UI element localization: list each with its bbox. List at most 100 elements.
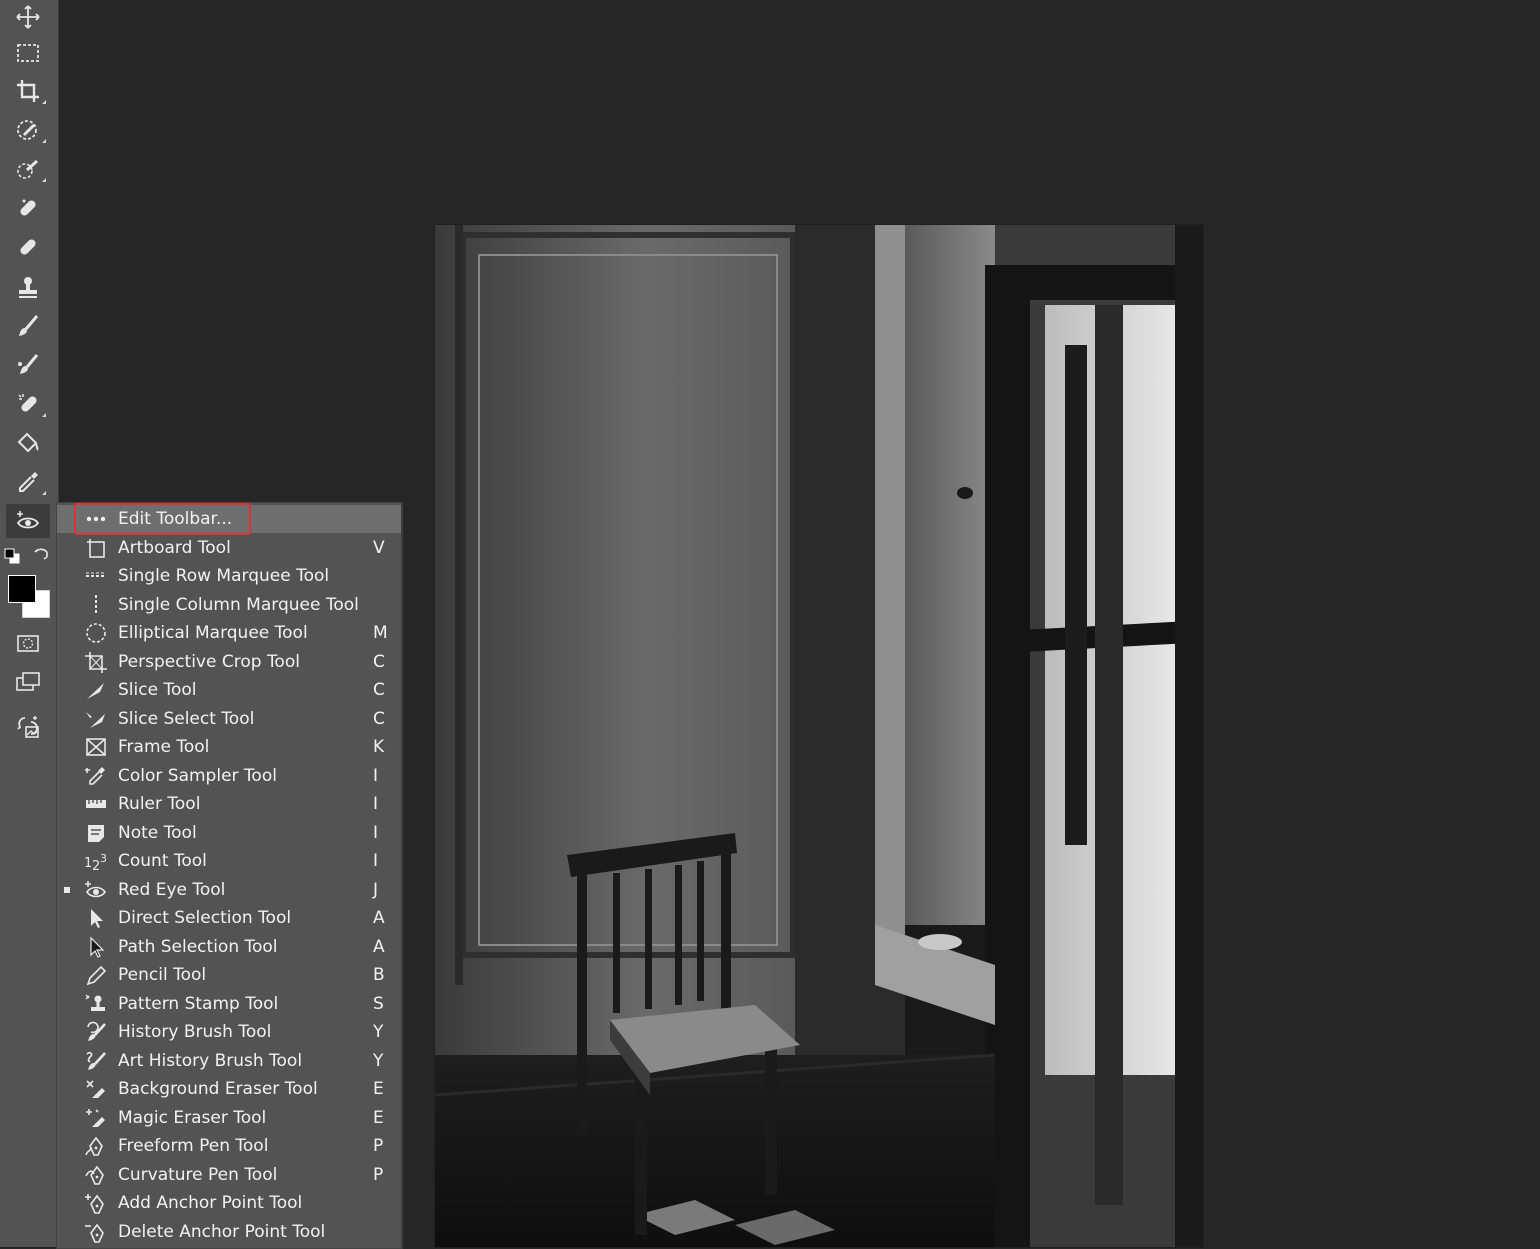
clone-stamp-icon (19, 277, 37, 298)
shortcut-key: E (373, 1079, 384, 1099)
artboard-icon (83, 537, 109, 559)
delete-anchor-point-icon (83, 1221, 109, 1243)
slice-icon (83, 679, 109, 701)
menu-item-label: Curvature Pen Tool (118, 1165, 278, 1185)
screen-mode-button[interactable] (6, 665, 50, 699)
direct-selection-icon (83, 907, 109, 929)
shortcut-key: C (373, 709, 385, 729)
path-selection-icon (83, 936, 109, 958)
flyout-item-background-eraser-tool[interactable]: Background Eraser Tool E (57, 1075, 401, 1103)
menu-item-label: Direct Selection Tool (118, 908, 292, 928)
flyout-item-history-brush-tool[interactable]: History Brush Tool Y (57, 1018, 401, 1046)
frame-icon (83, 736, 109, 758)
menu-item-label: Perspective Crop Tool (118, 652, 300, 672)
swap-arrow-icon (34, 548, 48, 560)
menu-item-label: Background Eraser Tool (118, 1079, 318, 1099)
flyout-item-pencil-tool[interactable]: Pencil Tool B (57, 961, 401, 989)
paint-bucket-tool-button[interactable] (6, 426, 50, 460)
flyout-item-elliptical-marquee-tool[interactable]: Elliptical Marquee Tool M (57, 619, 401, 647)
flyout-item-perspective-crop-tool[interactable]: Perspective Crop Tool C (57, 648, 401, 676)
red-eye-icon (16, 511, 40, 529)
shortcut-key: K (373, 737, 385, 757)
flyout-item-pattern-stamp-tool[interactable]: Pattern Stamp Tool S (57, 990, 401, 1018)
flyout-item-artboard-tool[interactable]: Artboard Tool V (57, 534, 401, 562)
flyout-item-magic-eraser-tool[interactable]: Magic Eraser Tool E (57, 1104, 401, 1132)
document-canvas[interactable] (435, 225, 1203, 1247)
color-sampler-icon (83, 765, 109, 787)
shortcut-key: C (373, 680, 385, 700)
brush-icon (19, 315, 39, 336)
generative-button[interactable] (6, 710, 50, 744)
object-selection-icon (17, 120, 37, 140)
flyout-item-note-tool[interactable]: Note Tool I (57, 819, 401, 847)
history-brush-icon (83, 1021, 109, 1043)
ellipsis-icon (83, 508, 109, 530)
eyedropper-tool-button[interactable] (6, 465, 50, 499)
spot-healing-tool-button[interactable] (6, 191, 50, 225)
menu-item-label: Slice Tool (118, 680, 197, 700)
menu-item-label: Edit Toolbar... (118, 509, 233, 529)
clone-stamp-tool-button[interactable] (6, 270, 50, 304)
paint-bucket-icon (17, 432, 39, 453)
flyout-item-slice-select-tool[interactable]: Slice Select Tool C (57, 705, 401, 733)
flyout-item-add-anchor-point-tool[interactable]: Add Anchor Point Tool (57, 1189, 401, 1217)
flyout-item-single-row-marquee-tool[interactable]: Single Row Marquee Tool (57, 562, 401, 590)
quick-mask-button[interactable] (6, 626, 50, 660)
flyout-item-color-sampler-tool[interactable]: Color Sampler Tool I (57, 762, 401, 790)
quick-selection-icon (17, 159, 39, 179)
crop-icon (17, 80, 39, 102)
flyout-item-count-tool[interactable]: 1 2 3 Count Tool I (57, 847, 401, 875)
crop-tool-button[interactable] (6, 74, 50, 108)
menu-item-label: Delete Anchor Point Tool (118, 1222, 326, 1242)
edit-toolbar-item[interactable]: Edit Toolbar... (57, 503, 401, 535)
menu-item-label: Ruler Tool (118, 794, 201, 814)
flyout-item-delete-anchor-point-tool[interactable]: Delete Anchor Point Tool (57, 1218, 401, 1246)
mixer-brush-tool-button[interactable] (6, 348, 50, 382)
flyout-item-curvature-pen-tool[interactable]: Curvature Pen Tool P (57, 1161, 401, 1189)
menu-item-label: Count Tool (118, 851, 207, 871)
move-tool-button[interactable] (6, 0, 50, 34)
object-selection-tool-button[interactable] (6, 113, 50, 147)
foreground-color-swatch[interactable] (8, 575, 36, 603)
menu-item-label: Red Eye Tool (118, 880, 226, 900)
screen-mode-icon (16, 672, 40, 691)
mixer-brush-icon (18, 354, 39, 374)
menu-item-label: Note Tool (118, 823, 197, 843)
background-eraser-icon (83, 1078, 109, 1100)
flyout-item-freeform-pen-tool[interactable]: Freeform Pen Tool P (57, 1132, 401, 1160)
flyout-item-path-selection-tool[interactable]: Path Selection Tool A (57, 933, 401, 961)
healing-brush-tool-button[interactable] (6, 230, 50, 264)
elliptical-marquee-icon (83, 622, 109, 644)
ruler-icon (83, 793, 109, 815)
menu-item-label: Freeform Pen Tool (118, 1136, 269, 1156)
freeform-pen-icon (83, 1135, 109, 1157)
add-anchor-point-icon (83, 1192, 109, 1214)
room-photo (435, 225, 1203, 1247)
flyout-item-slice-tool[interactable]: Slice Tool C (57, 676, 401, 704)
red-eye-tool-button[interactable] (6, 504, 50, 538)
pencil-icon (83, 964, 109, 986)
marquee-tool-button[interactable] (6, 36, 50, 70)
shortcut-key: A (373, 937, 385, 957)
menu-item-label: Single Row Marquee Tool (118, 566, 330, 586)
menu-item-label: History Brush Tool (118, 1022, 272, 1042)
flyout-item-red-eye-tool[interactable]: Red Eye Tool J (57, 876, 401, 904)
quick-selection-tool-button[interactable] (6, 152, 50, 186)
content-aware-tool-button[interactable] (6, 387, 50, 421)
flyout-item-frame-tool[interactable]: Frame Tool K (57, 733, 401, 761)
magic-eraser-icon (83, 1107, 109, 1129)
brush-tool-button[interactable] (6, 309, 50, 343)
svg-text:3: 3 (100, 852, 107, 865)
content-aware-icon (18, 394, 37, 412)
menu-item-label: Pattern Stamp Tool (118, 994, 279, 1014)
perspective-crop-icon (83, 651, 109, 673)
flyout-item-art-history-brush-tool[interactable]: Art History Brush Tool Y (57, 1047, 401, 1075)
swap-colors-button[interactable] (32, 546, 50, 564)
flyout-item-direct-selection-tool[interactable]: Direct Selection Tool A (57, 904, 401, 932)
default-colors-button[interactable] (4, 548, 20, 564)
shortcut-key: P (373, 1136, 384, 1156)
menu-item-label: Color Sampler Tool (118, 766, 277, 786)
flyout-item-single-column-marquee-tool[interactable]: Single Column Marquee Tool (57, 591, 401, 619)
generative-icon (17, 716, 39, 738)
flyout-item-ruler-tool[interactable]: Ruler Tool I (57, 790, 401, 818)
